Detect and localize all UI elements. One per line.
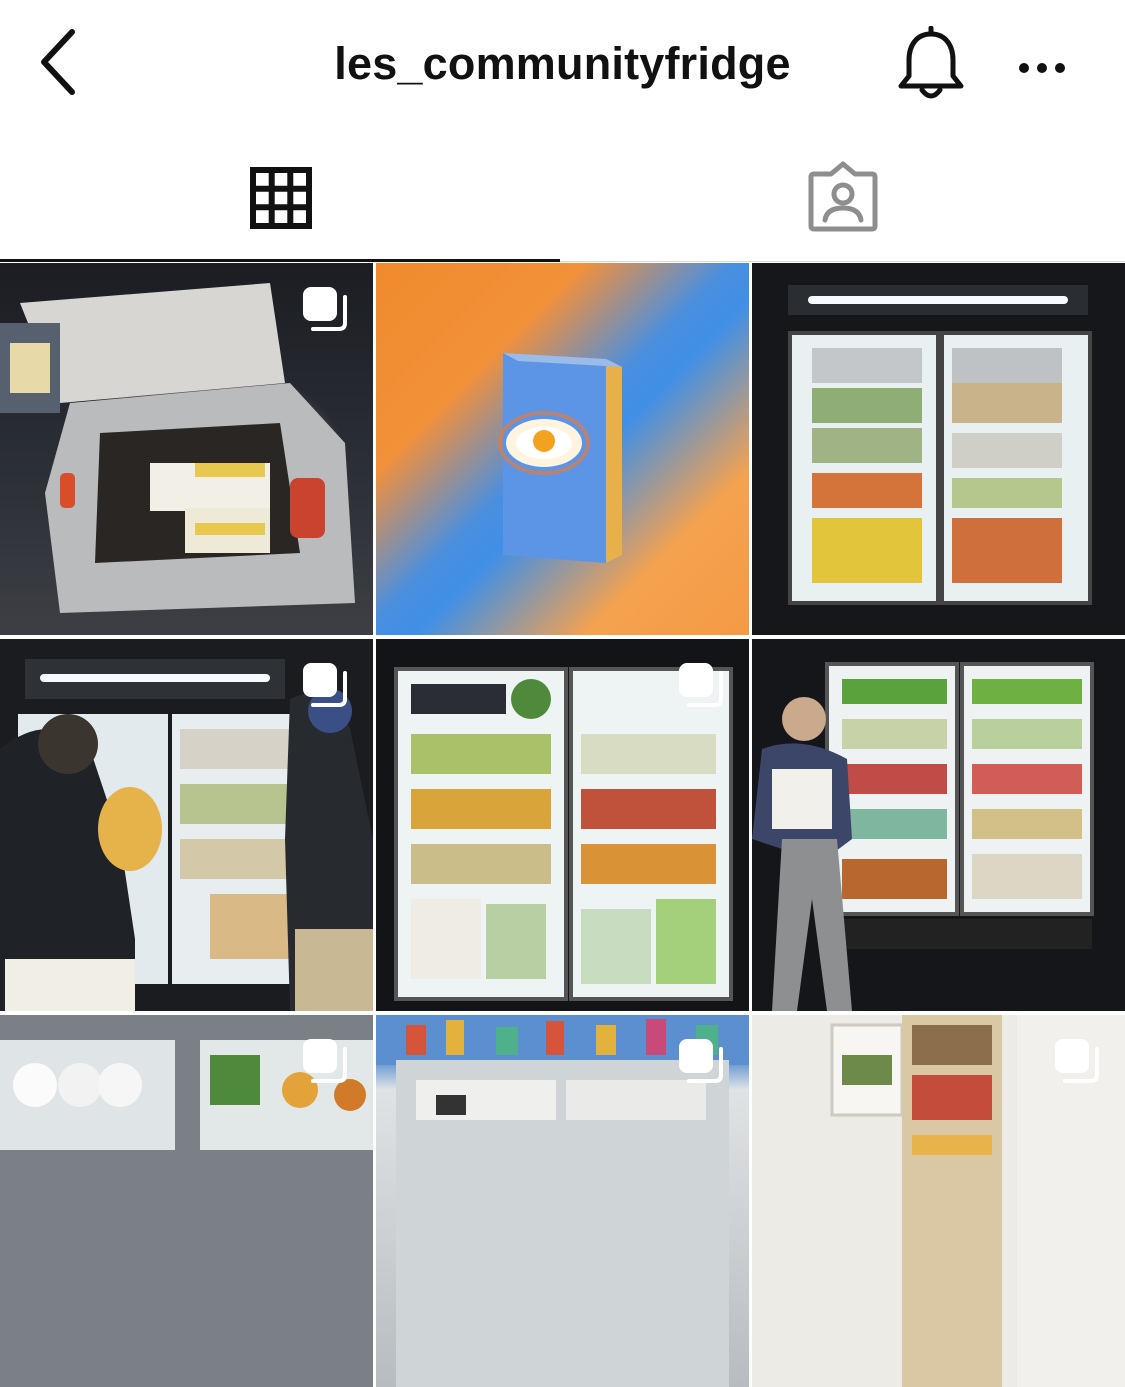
posts-grid	[0, 263, 1125, 1387]
post-image	[498, 353, 622, 563]
multiple-photos-icon	[303, 663, 347, 707]
post-thumbnail[interactable]	[376, 263, 749, 635]
post-thumbnail[interactable]	[752, 1015, 1125, 1387]
bell-icon	[898, 25, 964, 99]
post-thumbnail[interactable]	[752, 639, 1125, 1011]
multiple-photos-icon	[1055, 1039, 1099, 1083]
grid-icon	[250, 167, 312, 229]
profile-tabs	[0, 140, 1125, 263]
tab-divider	[560, 261, 1125, 262]
active-tab-indicator	[0, 259, 560, 262]
post-thumbnail[interactable]	[0, 263, 373, 635]
multiple-photos-icon	[303, 287, 347, 331]
post-thumbnail[interactable]	[0, 1015, 373, 1387]
post-thumbnail[interactable]	[0, 639, 373, 1011]
post-thumbnail[interactable]	[376, 639, 749, 1011]
multiple-photos-icon	[303, 1039, 347, 1083]
multiple-photos-icon	[679, 663, 723, 707]
tab-tagged[interactable]	[563, 140, 1123, 260]
post-image	[752, 263, 1125, 635]
ellipsis-icon	[1019, 63, 1065, 73]
post-thumbnail[interactable]	[376, 1015, 749, 1387]
post-image	[752, 639, 1125, 1011]
profile-header: les_communityfridge	[0, 0, 1125, 135]
notifications-button[interactable]	[896, 25, 966, 104]
more-options-button[interactable]	[1012, 48, 1072, 88]
multiple-photos-icon	[679, 1039, 723, 1083]
tagged-person-icon	[808, 161, 878, 232]
tab-posts[interactable]	[0, 140, 560, 260]
post-thumbnail[interactable]	[752, 263, 1125, 635]
